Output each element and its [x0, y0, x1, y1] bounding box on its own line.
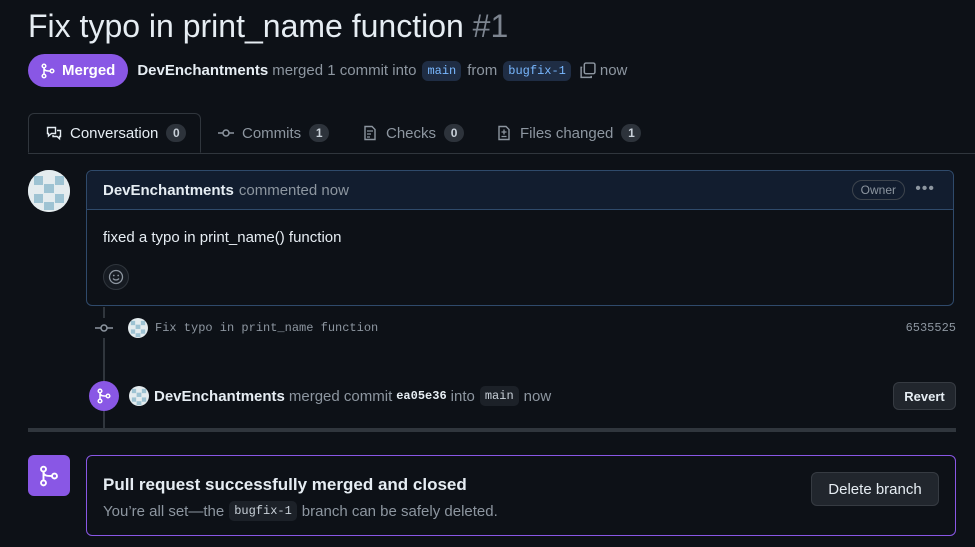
pr-number: #1 — [472, 8, 509, 44]
avatar[interactable] — [128, 318, 148, 338]
tab-label: Files changed — [520, 124, 614, 142]
merge-status-suffix: branch can be safely deleted. — [301, 502, 498, 520]
pull-request-page: Fix typo in print_name function #1 Merge… — [0, 0, 975, 547]
owner-badge: Owner — [851, 180, 905, 200]
merge-event-text: merged commit — [288, 387, 393, 405]
merge-status-title: Pull request successfully merged and clo… — [103, 475, 467, 494]
tab-checks[interactable]: Checks 0 — [362, 113, 465, 153]
file-diff-icon — [496, 125, 512, 141]
tab-label: Commits — [242, 124, 302, 142]
comment-meta: commented now — [238, 181, 349, 199]
merge-author-link[interactable]: DevEnchantments — [154, 388, 285, 405]
tab-conversation[interactable]: Conversation 0 — [28, 113, 201, 153]
comment-body: fixed a typo in print_name() function — [103, 229, 342, 246]
comment-author-link[interactable]: DevEnchantments — [103, 182, 234, 199]
tab-counter: 1 — [621, 124, 642, 142]
comment-box: DevEnchantments commented now Owner ••• … — [86, 170, 954, 306]
merged-status-label: Merged — [62, 62, 116, 79]
avatar[interactable] — [28, 170, 70, 212]
pr-meta: Merged DevEnchantments merged 1 commit i… — [28, 54, 627, 87]
from-text: from — [467, 62, 498, 79]
tab-files-changed[interactable]: Files changed 1 — [496, 113, 642, 153]
pr-author-link[interactable]: DevEnchantments — [137, 62, 268, 79]
avatar[interactable] — [129, 386, 149, 406]
merge-event: DevEnchantments merged commit ea05e36 in… — [89, 381, 956, 411]
merge-event-time: now — [523, 387, 552, 405]
git-merge-icon — [38, 465, 60, 487]
tab-commits[interactable]: Commits 1 — [218, 113, 330, 153]
git-commit-icon — [218, 125, 234, 141]
pr-tabs: Conversation 0 Commits 1 Checks 0 Files … — [28, 113, 975, 154]
checklist-icon — [362, 125, 378, 141]
base-branch-link[interactable]: main — [422, 60, 462, 81]
git-commit-icon — [94, 318, 114, 338]
merge-status-box: Pull request successfully merged and clo… — [86, 455, 956, 536]
commit-row: Fix typo in print_name function 6535525 — [94, 316, 956, 340]
commit-message-link[interactable]: Fix typo in print_name function — [155, 321, 378, 335]
tab-counter: 0 — [166, 124, 187, 142]
merge-status-icon-box — [28, 455, 70, 496]
tab-counter: 0 — [444, 124, 465, 142]
merged-status-badge: Merged — [28, 54, 129, 87]
timeline-divider — [28, 428, 956, 432]
merge-branch-link[interactable]: main — [479, 386, 519, 406]
git-merge-icon — [89, 381, 119, 411]
delete-branch-button[interactable]: Delete branch — [811, 472, 939, 506]
page-title: Fix typo in print_name function #1 — [28, 6, 508, 46]
revert-button[interactable]: Revert — [893, 382, 956, 410]
merge-into-text: into — [450, 387, 475, 405]
kebab-menu-icon[interactable]: ••• — [915, 180, 935, 198]
tab-label: Checks — [386, 124, 437, 142]
comment-discussion-icon — [46, 125, 62, 141]
head-branch-chip: bugfix-1 — [229, 501, 297, 521]
head-branch-link[interactable]: bugfix-1 — [503, 60, 571, 81]
pr-time: now — [599, 62, 628, 79]
git-merge-icon — [40, 62, 56, 79]
merge-status-prefix: You’re all set—the — [103, 502, 225, 520]
tab-label: Conversation — [70, 124, 159, 142]
merge-status-subtitle: You’re all set—the bugfix-1 branch can b… — [103, 501, 498, 521]
copy-icon[interactable] — [579, 62, 596, 79]
pr-title: Fix typo in print_name function — [28, 8, 464, 44]
comment-header: DevEnchantments commented now Owner ••• — [87, 171, 953, 210]
tab-counter: 1 — [309, 124, 330, 142]
add-reaction-button[interactable] — [103, 264, 129, 290]
smiley-icon — [108, 269, 124, 285]
commit-sha-link[interactable]: 6535525 — [906, 321, 956, 335]
merged-text: merged 1 commit into — [272, 62, 417, 79]
merge-commit-sha-link[interactable]: ea05e36 — [396, 389, 446, 403]
